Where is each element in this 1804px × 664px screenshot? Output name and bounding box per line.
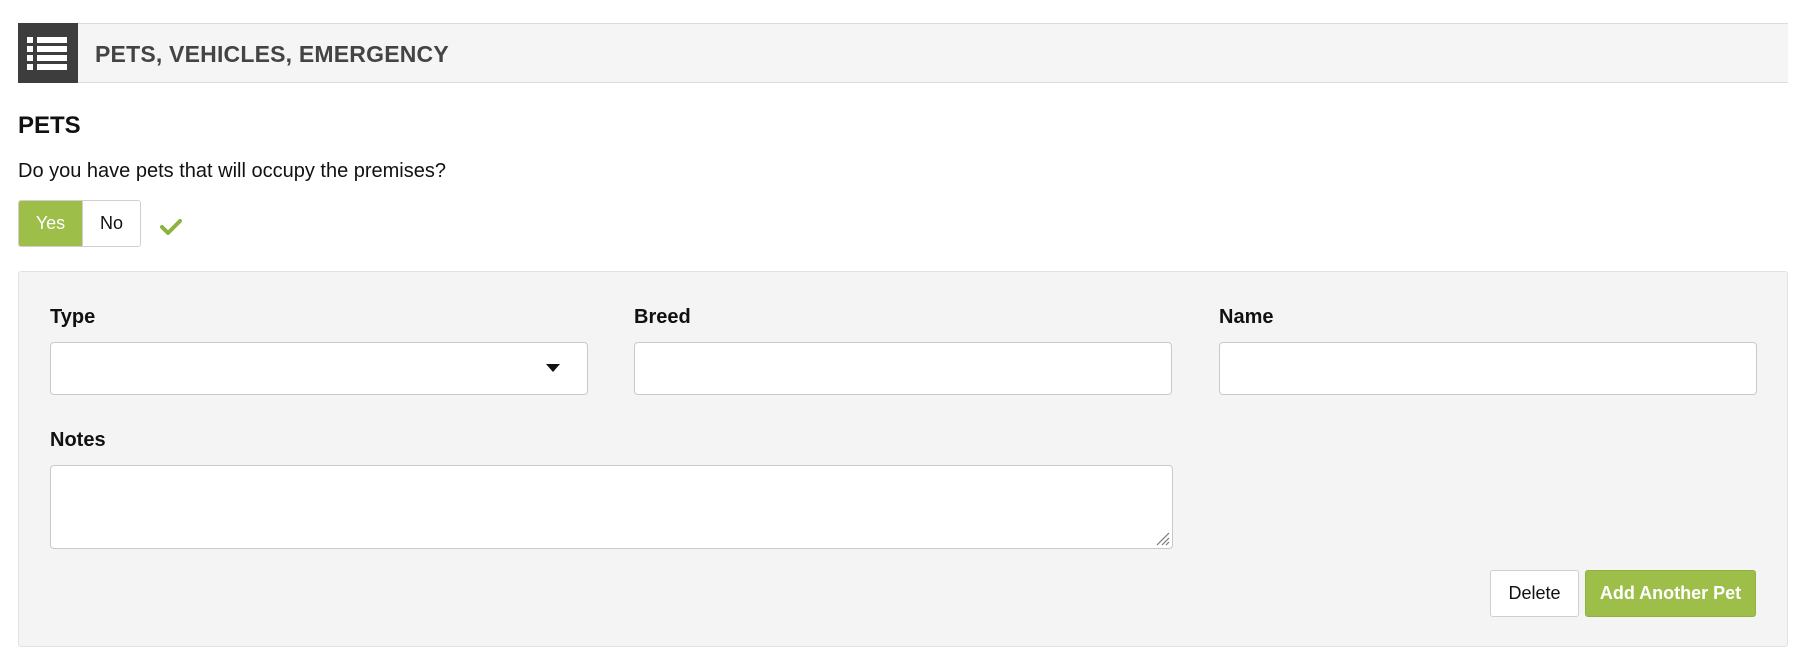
list-icon <box>18 23 78 83</box>
section-header: PETS, VEHICLES, EMERGENCY <box>18 23 1788 83</box>
pet-entry-panel: Type Breed Name Notes Delete Add Another… <box>18 271 1788 647</box>
name-label: Name <box>1219 306 1274 328</box>
breed-label: Breed <box>634 306 691 328</box>
yes-button[interactable]: Yes <box>19 201 82 246</box>
breed-input[interactable] <box>634 342 1172 395</box>
chevron-down-icon <box>546 364 560 372</box>
name-input[interactable] <box>1219 342 1757 395</box>
type-select[interactable] <box>50 342 588 395</box>
no-button[interactable]: No <box>82 201 140 246</box>
resize-handle-icon[interactable] <box>1154 530 1170 546</box>
pets-title: PETS <box>18 112 81 139</box>
page: PETS, VEHICLES, EMERGENCY PETS Do you ha… <box>0 0 1804 664</box>
notes-textarea[interactable] <box>50 465 1173 549</box>
add-another-pet-button[interactable]: Add Another Pet <box>1585 570 1756 617</box>
notes-label: Notes <box>50 429 106 451</box>
pets-question: Do you have pets that will occupy the pr… <box>18 160 446 182</box>
delete-pet-button[interactable]: Delete <box>1490 570 1579 617</box>
checkmark-icon <box>160 219 182 235</box>
section-title: PETS, VEHICLES, EMERGENCY <box>95 41 449 67</box>
pets-yes-no-toggle: Yes No <box>18 200 141 247</box>
type-label: Type <box>50 306 96 328</box>
